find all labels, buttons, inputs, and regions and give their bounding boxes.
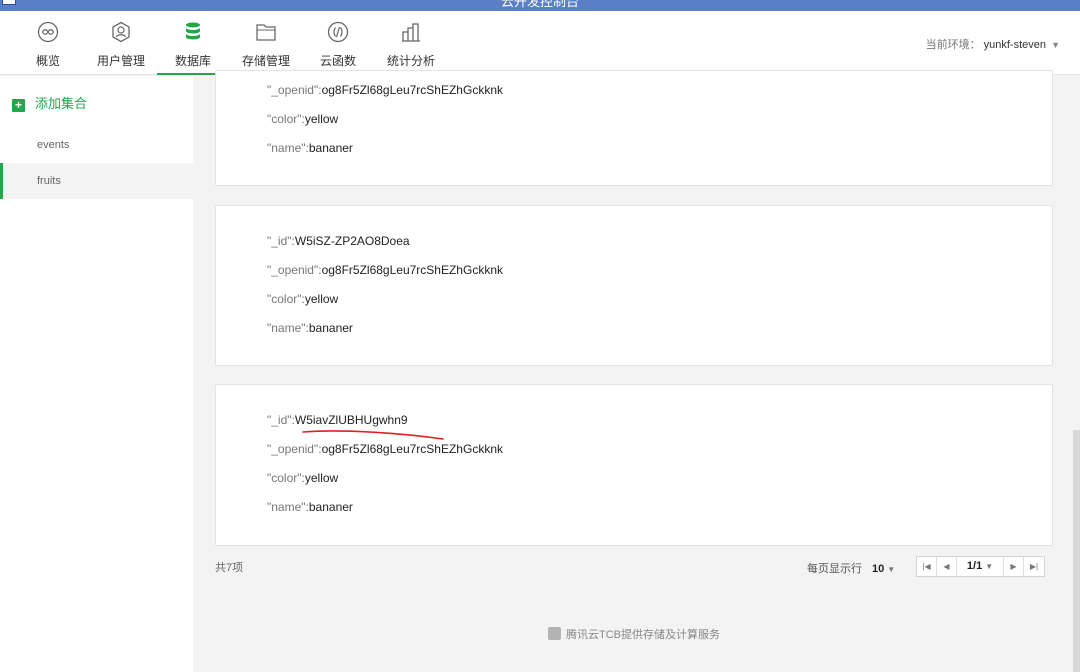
field-value: yellow [304,292,339,306]
field-key: "color": [267,471,305,485]
function-icon [327,21,349,43]
user-icon [112,21,130,43]
record-field: "name":bananer [267,321,353,335]
record-field: "_id":W5iSZ-ZP2AO8Doea [267,234,410,248]
field-key: "name": [267,141,309,155]
nav-functions[interactable]: 云函数 [315,11,361,75]
prev-page-button[interactable]: ◀ [937,557,957,576]
record-field: "_id":W5iavZlUBHUgwhn9 [267,413,408,427]
collection-item-fruits[interactable]: fruits [0,163,193,199]
field-value: W5iavZlUBHUgwhn9 [294,413,408,427]
overview-icon [37,21,59,43]
red-underline-annotation [302,430,444,440]
record-field: "_openid":og8Fr5Zl68gLeu7rcShEZhGckknk [267,442,503,456]
nav-users[interactable]: 用户管理 [92,11,150,75]
record-field: "name":bananer [267,141,353,155]
env-selector[interactable]: 当前环境： yunkf-steven ▼ [926,36,1060,52]
field-value: bananer [308,321,353,335]
record-card: "_id":W5iavZlUBHUgwhn9 "_openid":og8Fr5Z… [215,384,1053,546]
footer: 腾讯云TCB提供存储及计算服务 [548,626,720,642]
field-key: "color": [267,112,305,126]
field-value: yellow [304,112,339,126]
page-size-value: 10 [872,563,885,575]
nav-label: 云函数 [319,54,356,68]
field-key: "_openid": [267,83,322,97]
nav-stats[interactable]: 统计分析 [382,11,440,75]
record-card: "_openid":og8Fr5Zl68gLeu7rcShEZhGckknk "… [215,70,1053,186]
window-titlebar: 云开发控制台 [0,0,1080,11]
chevron-down-icon: ▼ [887,565,896,574]
record-field: "_openid":og8Fr5Zl68gLeu7rcShEZhGckknk [267,83,503,97]
nav-storage[interactable]: 存储管理 [237,11,295,75]
field-value: bananer [308,141,353,155]
page-size-selector[interactable]: 每页显示行 10 ▼ [807,560,895,576]
record-card: "_id":W5iSZ-ZP2AO8Doea "_openid":og8Fr5Z… [215,205,1053,366]
nav-label: 统计分析 [386,54,435,68]
stats-icon [402,23,420,42]
record-field: "_openid":og8Fr5Zl68gLeu7rcShEZhGckknk [267,263,503,277]
add-collection-label: 添加集合 [35,96,88,111]
total-count: 共7项 [215,562,244,574]
field-key: "_openid": [267,442,322,456]
current-page: 1/1 [966,560,983,572]
nav-label: 存储管理 [241,54,290,68]
chevron-down-icon: ▼ [1051,40,1060,50]
record-field: "color":yellow [267,292,338,306]
pager: |◀ ◀ 1/1 ▼ ▶ ▶| [916,556,1045,577]
tencent-cloud-logo-icon [548,627,561,640]
nav-label: 概览 [35,54,60,68]
scrollbar[interactable] [1073,430,1080,672]
field-value: og8Fr5Zl68gLeu7rcShEZhGckknk [321,442,503,456]
field-key: "_openid": [267,263,322,277]
top-nav: 概览 用户管理 数据库 存储管理 云函数 统计分析 当前环境： yunkf-st… [0,11,1080,75]
page-size-label: 每页显示行 [807,563,862,575]
field-key: "_id": [267,413,295,427]
field-key: "name": [267,500,309,514]
collection-sidebar: + 添加集合 events fruits [0,76,193,672]
env-label: 当前环境： [925,39,981,51]
page-selector[interactable]: 1/1 ▼ [957,557,1004,576]
folder-icon [256,24,276,41]
plus-icon: + [12,99,25,112]
field-key: "name": [267,321,309,335]
record-field: "color":yellow [267,112,338,126]
add-collection-button[interactable]: + 添加集合 [12,93,87,112]
env-value: yunkf-steven [983,39,1047,51]
record-field: "color":yellow [267,471,338,485]
window-title: 云开发控制台 [500,0,579,9]
next-page-button[interactable]: ▶ [1004,557,1024,576]
field-key: "color": [267,292,305,306]
field-value: og8Fr5Zl68gLeu7rcShEZhGckknk [321,263,503,277]
nav-label: 用户管理 [96,54,145,68]
footer-text: 腾讯云TCB提供存储及计算服务 [566,629,720,641]
chevron-down-icon: ▼ [985,562,994,571]
database-icon [186,22,200,40]
last-page-button[interactable]: ▶| [1024,557,1044,576]
field-value: bananer [308,500,353,514]
field-value: yellow [304,471,339,485]
field-value: W5iSZ-ZP2AO8Doea [294,234,410,248]
nav-label: 数据库 [174,54,211,68]
nav-database[interactable]: 数据库 [157,11,229,75]
first-page-button[interactable]: |◀ [917,557,937,576]
collection-item-events[interactable]: events [0,127,193,163]
field-value: og8Fr5Zl68gLeu7rcShEZhGckknk [321,83,503,97]
record-field: "name":bananer [267,500,353,514]
field-key: "_id": [267,234,295,248]
nav-overview[interactable]: 概览 [28,11,68,75]
